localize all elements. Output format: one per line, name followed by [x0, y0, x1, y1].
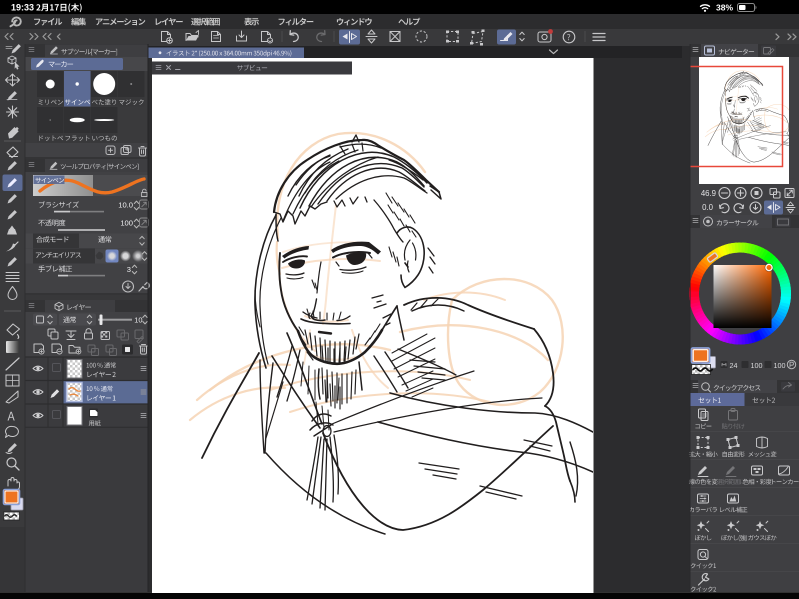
svg-text:10: 10	[134, 315, 142, 324]
svg-text:10.0: 10.0	[118, 201, 133, 210]
svg-text:3: 3	[127, 265, 131, 274]
svg-text:24: 24	[730, 361, 738, 370]
svg-text:0.0: 0.0	[702, 203, 714, 212]
svg-text:100: 100	[751, 361, 763, 370]
svg-text:100: 100	[120, 219, 133, 228]
svg-text:100: 100	[774, 361, 786, 370]
svg-text:38%: 38%	[716, 3, 733, 13]
svg-text:46.9: 46.9	[701, 189, 716, 198]
svg-text:19:33: 19:33	[11, 3, 34, 13]
